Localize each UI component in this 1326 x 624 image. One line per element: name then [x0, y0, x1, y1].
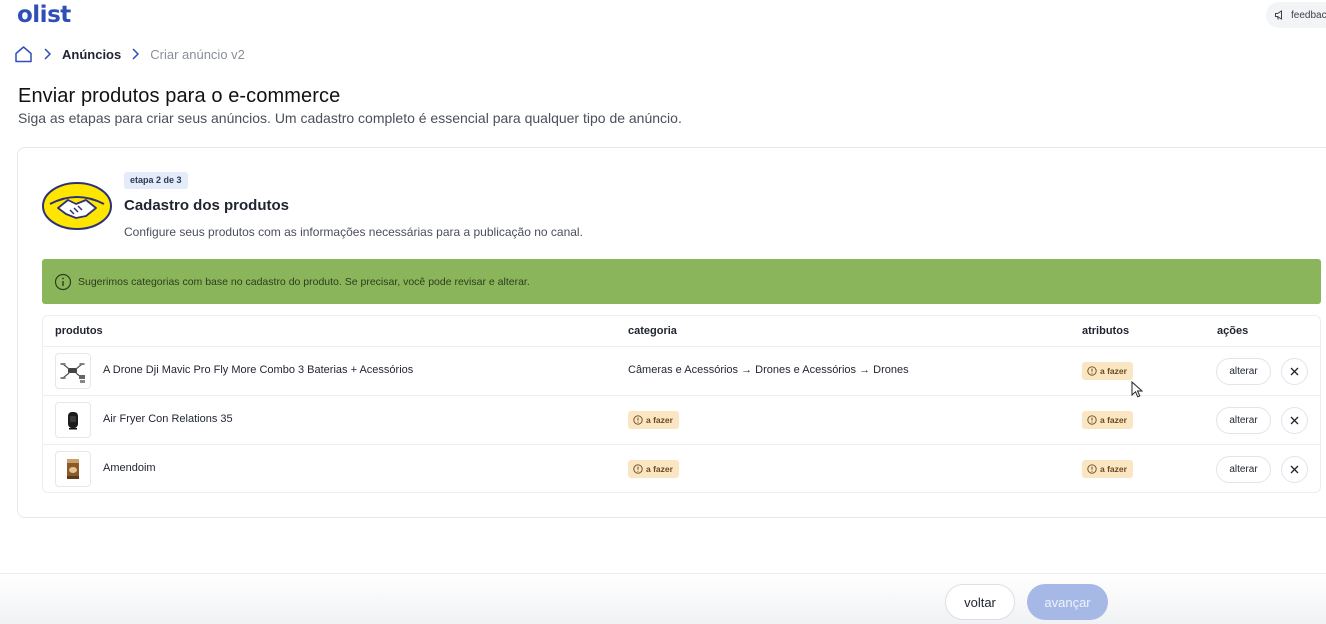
header-acoes: ações: [1217, 325, 1249, 337]
badge-label: a fazer: [1100, 464, 1127, 474]
alterar-button[interactable]: alterar: [1216, 407, 1271, 434]
footer-bar: voltar avançar: [0, 573, 1326, 624]
step-description: Configure seus produtos com as informaçõ…: [124, 225, 583, 239]
banner-text: Sugerimos categorias com base no cadastr…: [78, 275, 530, 288]
warning-circle-icon: [1087, 464, 1097, 474]
table-row: Amendoim a fazer a fazer alterar: [43, 445, 1320, 494]
attributes-status-badge[interactable]: a fazer: [1082, 362, 1133, 380]
header-atributos: atributos: [1082, 325, 1130, 337]
megaphone-icon: [1275, 10, 1282, 20]
home-icon: [15, 46, 32, 63]
close-icon: [1290, 367, 1299, 376]
remove-product-button[interactable]: [1281, 407, 1308, 434]
warning-circle-icon: [1087, 415, 1097, 425]
category-status-badge[interactable]: a fazer: [628, 411, 679, 429]
feedback-button[interactable]: feedback: [1266, 2, 1326, 28]
header-produtos: produtos: [55, 325, 103, 337]
badge-label: a fazer: [1100, 366, 1127, 376]
products-table: produtos categoria atributos ações A Dro…: [42, 315, 1321, 493]
step-title: Cadastro dos produtos: [124, 197, 290, 214]
badge-label: a fazer: [646, 464, 673, 474]
product-thumbnail: [55, 353, 91, 389]
header-categoria: categoria: [628, 325, 677, 337]
category-status-badge[interactable]: a fazer: [628, 460, 679, 478]
badge-label: a fazer: [1100, 415, 1127, 425]
air-fryer-icon: [68, 412, 78, 430]
attributes-status-badge[interactable]: a fazer: [1082, 460, 1133, 478]
breadcrumb-anuncios[interactable]: Anúncios: [62, 47, 121, 62]
remove-product-button[interactable]: [1281, 358, 1308, 385]
warning-circle-icon: [633, 415, 643, 425]
product-name: Amendoim: [103, 462, 156, 474]
warning-circle-icon: [1087, 366, 1097, 376]
product-name: Air Fryer Con Relations 35: [103, 413, 233, 425]
mouse-cursor-icon: [1131, 381, 1143, 398]
badge-label: a fazer: [646, 415, 673, 425]
product-thumbnail: [55, 451, 91, 487]
chevron-right-icon: [43, 48, 52, 60]
product-thumbnail: [55, 402, 91, 438]
step-badge: etapa 2 de 3: [124, 172, 188, 189]
next-button[interactable]: avançar: [1027, 584, 1108, 620]
alterar-button[interactable]: alterar: [1216, 358, 1271, 385]
product-category[interactable]: Câmeras e Acessórios → Drones e Acessóri…: [628, 364, 909, 376]
feedback-label: feedback: [1291, 9, 1326, 21]
olist-logo[interactable]: olist: [17, 2, 71, 28]
close-icon: [1290, 416, 1299, 425]
remove-product-button[interactable]: [1281, 456, 1308, 483]
attributes-status-badge[interactable]: a fazer: [1082, 411, 1133, 429]
top-bar: olist feedback: [0, 0, 1326, 36]
warning-circle-icon: [633, 464, 643, 474]
breadcrumb-current: Criar anúncio v2: [150, 46, 245, 62]
drone-kit-icon: [60, 363, 85, 383]
close-icon: [1290, 465, 1299, 474]
home-link[interactable]: [14, 45, 33, 63]
page-title: Enviar produtos para o e-commerce: [18, 85, 341, 107]
product-name: A Drone Dji Mavic Pro Fly More Combo 3 B…: [103, 364, 414, 376]
info-icon: [54, 273, 72, 290]
table-row: Air Fryer Con Relations 35 a fazer a faz…: [43, 396, 1320, 445]
step-card: etapa 2 de 3 Cadastro dos produtos Confi…: [17, 147, 1326, 518]
chevron-right-icon: [131, 48, 140, 60]
table-row: A Drone Dji Mavic Pro Fly More Combo 3 B…: [43, 347, 1320, 396]
category-suggestion-banner: Sugerimos categorias com base no cadastr…: [42, 259, 1321, 304]
page-subtitle: Siga as etapas para criar seus anúncios.…: [18, 110, 682, 126]
back-button[interactable]: voltar: [945, 584, 1015, 620]
alterar-button[interactable]: alterar: [1216, 456, 1271, 483]
breadcrumb: Anúncios Criar anúncio v2: [14, 43, 245, 65]
mercado-livre-handshake-icon: [42, 182, 112, 230]
peanut-package-icon: [67, 459, 79, 479]
table-header: produtos categoria atributos ações: [43, 316, 1320, 347]
